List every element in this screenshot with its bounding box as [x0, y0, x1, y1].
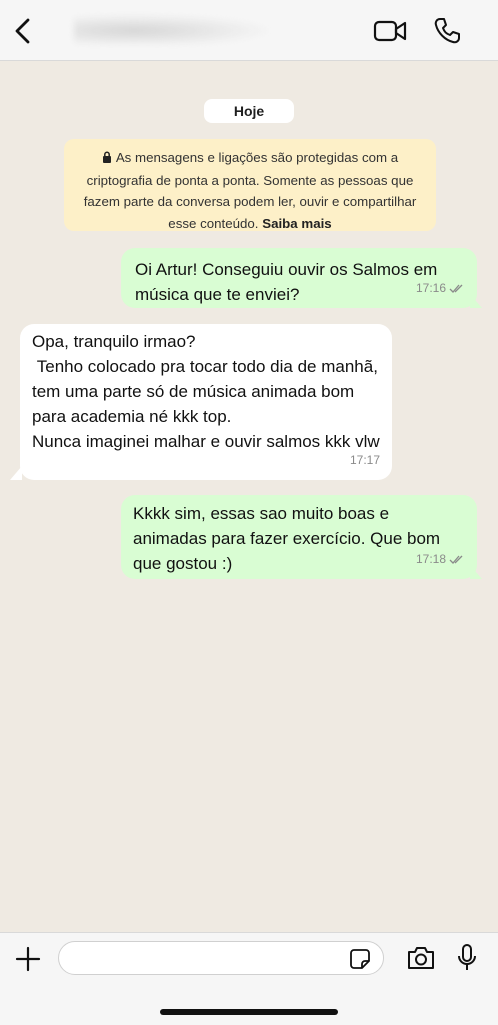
message-meta: 17:17: [350, 448, 380, 473]
double-check-icon: [449, 284, 463, 293]
camera-icon[interactable]: [406, 945, 436, 971]
plus-icon[interactable]: [14, 945, 42, 973]
message-input[interactable]: [58, 941, 384, 975]
message-meta: 17:18: [416, 547, 465, 572]
encryption-notice-text: As mensagens e ligações são protegidas c…: [83, 150, 417, 231]
message-outgoing[interactable]: Oi Artur! Conseguiu ouvir os Salmos em m…: [121, 248, 477, 308]
message-text: Oi Artur! Conseguiu ouvir os Salmos em m…: [135, 260, 443, 304]
contact-name[interactable]: [74, 14, 274, 44]
home-indicator: [160, 1009, 338, 1015]
message-time: 17:18: [415, 552, 446, 566]
message-meta: 17:16: [416, 276, 465, 301]
phone-call-icon[interactable]: [432, 16, 462, 46]
lock-icon: [102, 148, 112, 170]
chat-area[interactable]: Hoje As mensagens e ligações são protegi…: [0, 60, 498, 932]
encryption-notice[interactable]: As mensagens e ligações são protegidas c…: [64, 139, 436, 231]
message-incoming[interactable]: Opa, tranquilo irmao? Tenho colocado pra…: [20, 324, 392, 480]
microphone-icon[interactable]: [456, 943, 478, 973]
message-outgoing[interactable]: Kkkk sim, essas sao muito boas e animada…: [121, 495, 477, 579]
double-check-icon: [449, 555, 463, 564]
day-label: Hoje: [204, 99, 294, 123]
message-time: 17:16: [415, 281, 446, 295]
learn-more-link[interactable]: Saiba mais: [262, 216, 331, 231]
bubble-tail: [10, 466, 22, 480]
message-text: Opa, tranquilo irmao? Tenho colocado pra…: [32, 332, 380, 451]
composer-bar: [0, 932, 498, 1025]
sticker-icon[interactable]: [349, 948, 371, 970]
message-time: 17:17: [349, 453, 380, 467]
video-call-icon[interactable]: [372, 18, 408, 44]
back-chevron-icon[interactable]: [12, 16, 36, 46]
chat-header: [0, 0, 498, 61]
